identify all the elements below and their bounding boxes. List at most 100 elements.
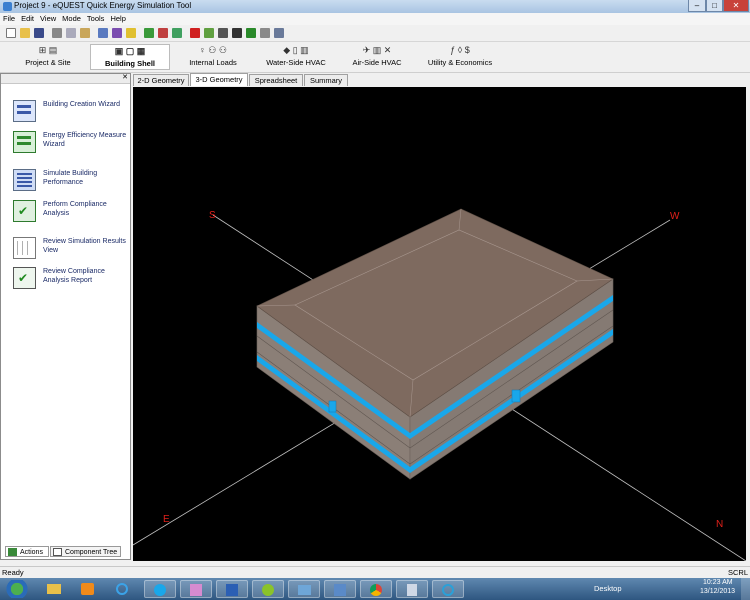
- tab-spreadsheet[interactable]: Spreadsheet: [249, 74, 303, 86]
- new-icon[interactable]: [6, 28, 16, 38]
- start-button[interactable]: [2, 580, 32, 598]
- minimize-button[interactable]: –: [688, 0, 706, 12]
- check-icon[interactable]: [190, 28, 200, 38]
- house-icon[interactable]: [158, 28, 168, 38]
- tab-component-tree[interactable]: Component Tree: [50, 546, 121, 557]
- menu-mode[interactable]: Mode: [59, 13, 84, 25]
- scroll-lock-indicator: SCRL: [728, 568, 749, 577]
- action-energy-efficiency-measure-wizard[interactable]: Energy Efficiency Measure Wizard: [13, 129, 128, 159]
- taskbar-app-icon[interactable]: [180, 580, 212, 598]
- module-label: Project & Site: [25, 58, 71, 67]
- results-view-icon: [13, 237, 36, 259]
- clock-time[interactable]: 10:23 AM: [703, 579, 733, 586]
- flag-icon[interactable]: [172, 28, 182, 38]
- door-left: [328, 400, 337, 413]
- tab-summary[interactable]: Summary: [304, 74, 348, 86]
- tab-3d-geometry[interactable]: 3-D Geometry: [190, 73, 248, 86]
- module-building-shell[interactable]: ▣ ▢ ▦ Building Shell: [90, 44, 170, 70]
- module-project-site[interactable]: ⊞ ▤ Project & Site: [14, 44, 82, 70]
- simulate-icon: [13, 169, 36, 191]
- wizard-icon: [13, 100, 36, 122]
- compass-label-s: S: [209, 210, 216, 221]
- water-side-hvac-icon: ◆ ▯ ▥: [283, 45, 309, 55]
- project-site-icon: ⊞ ▤: [38, 45, 58, 55]
- taskbar-media-icon[interactable]: [72, 580, 104, 598]
- building-shell-icon: ▣ ▢ ▦: [114, 46, 146, 56]
- pane-close-icon[interactable]: ✕: [122, 74, 128, 82]
- building-icon[interactable]: [144, 28, 154, 38]
- help-icon[interactable]: [126, 28, 136, 38]
- status-text: Ready: [2, 568, 24, 577]
- taskbar: Desktop 10:23 AM 13/12/2013: [0, 578, 750, 600]
- clock-date[interactable]: 13/12/2013: [700, 588, 735, 595]
- maximize-button[interactable]: □: [706, 0, 723, 12]
- action-review-compliance-analysis-report[interactable]: ✔ Review Compliance Analysis Report: [13, 265, 128, 295]
- menu-tools[interactable]: Tools: [84, 13, 108, 25]
- action-review-simulation-results-view[interactable]: Review Simulation Results View: [13, 235, 128, 265]
- copy-window-icon[interactable]: [260, 28, 270, 38]
- action-building-creation-wizard[interactable]: Building Creation Wizard: [13, 98, 128, 128]
- simulate-icon[interactable]: [112, 28, 122, 38]
- air-side-hvac-icon: ✈ ▥ ✕: [362, 45, 392, 55]
- module-water-side-hvac[interactable]: ◆ ▯ ▥ Water-Side HVAC: [256, 44, 336, 70]
- taskbar-search-icon[interactable]: [432, 580, 464, 598]
- cut-icon[interactable]: [52, 28, 62, 38]
- print-icon[interactable]: [98, 28, 108, 38]
- tab-actions[interactable]: Actions: [5, 546, 49, 557]
- menu-view[interactable]: View: [37, 13, 59, 25]
- paste-icon[interactable]: [80, 28, 90, 38]
- taskbar-skype-icon[interactable]: [144, 580, 176, 598]
- open-icon[interactable]: [20, 28, 30, 38]
- tab-label: Component Tree: [65, 549, 118, 556]
- module-internal-loads[interactable]: ♀ ⚇ ⚇ Internal Loads: [178, 44, 248, 70]
- internal-loads-icon: ♀ ⚇ ⚇: [199, 45, 227, 55]
- module-label: Internal Loads: [189, 58, 237, 67]
- taskbar-explorer-icon[interactable]: [38, 580, 70, 598]
- 3d-building-view: S W E N: [132, 208, 747, 562]
- utility-economics-icon: ƒ ◊ $: [450, 45, 470, 55]
- eem-wizard-icon: [13, 131, 36, 153]
- module-label: Utility & Economics: [427, 58, 493, 67]
- actions-tab-icon: [8, 548, 17, 556]
- standard-toolbar: [0, 25, 750, 42]
- show-desktop-button[interactable]: [741, 578, 750, 600]
- action-simulate-building-performance[interactable]: Simulate Building Performance: [13, 167, 128, 197]
- menu-help[interactable]: Help: [107, 13, 128, 25]
- module-label: Water-Side HVAC: [266, 58, 326, 67]
- module-label: Building Shell: [105, 59, 155, 68]
- taskbar-editor-icon[interactable]: [324, 580, 356, 598]
- copy-icon[interactable]: [66, 28, 76, 38]
- action-label: Review Simulation Results View: [43, 238, 126, 254]
- action-perform-compliance-analysis[interactable]: ✔ Perform Compliance Analysis: [13, 198, 128, 228]
- menu-edit[interactable]: Edit: [18, 13, 37, 25]
- compass-label-w: W: [670, 211, 680, 222]
- window-icon[interactable]: [274, 28, 284, 38]
- view-tabs: 2-D Geometry 3-D Geometry Spreadsheet Su…: [133, 73, 750, 86]
- tab-label: Actions: [20, 549, 43, 556]
- door-right: [511, 389, 521, 403]
- gear-icon[interactable]: [232, 28, 242, 38]
- module-utility-economics[interactable]: ƒ ◊ $ Utility & Economics: [420, 44, 500, 70]
- save-icon[interactable]: [34, 28, 44, 38]
- taskbar-calculator-icon[interactable]: [396, 580, 428, 598]
- taskbar-desktop-toolbar[interactable]: Desktop: [594, 584, 622, 593]
- results-icon[interactable]: [246, 28, 256, 38]
- menu-bar: File Edit View Mode Tools Help: [0, 13, 750, 25]
- close-button[interactable]: ✕: [723, 0, 749, 12]
- menu-file[interactable]: File: [0, 13, 18, 25]
- taskbar-word-icon[interactable]: [216, 580, 248, 598]
- action-label: Energy Efficiency Measure Wizard: [43, 132, 127, 148]
- window-title: Project 9 - eQUEST Quick Energy Simulati…: [14, 1, 192, 10]
- module-air-side-hvac[interactable]: ✈ ▥ ✕ Air-Side HVAC: [342, 44, 412, 70]
- taskbar-ie-icon[interactable]: [106, 580, 138, 598]
- title-bar: Project 9 - eQUEST Quick Energy Simulati…: [0, 0, 750, 14]
- compliance-icon: ✔: [13, 200, 36, 222]
- compliance-report-icon: ✔: [13, 267, 36, 289]
- 3d-geometry-viewport[interactable]: S W E N: [132, 87, 747, 562]
- taskbar-equest-icon[interactable]: [252, 580, 284, 598]
- taskbar-chrome-icon[interactable]: [360, 580, 392, 598]
- grid-icon[interactable]: [218, 28, 228, 38]
- tab-2d-geometry[interactable]: 2-D Geometry: [133, 74, 189, 86]
- chart-icon[interactable]: [204, 28, 214, 38]
- taskbar-window-icon[interactable]: [288, 580, 320, 598]
